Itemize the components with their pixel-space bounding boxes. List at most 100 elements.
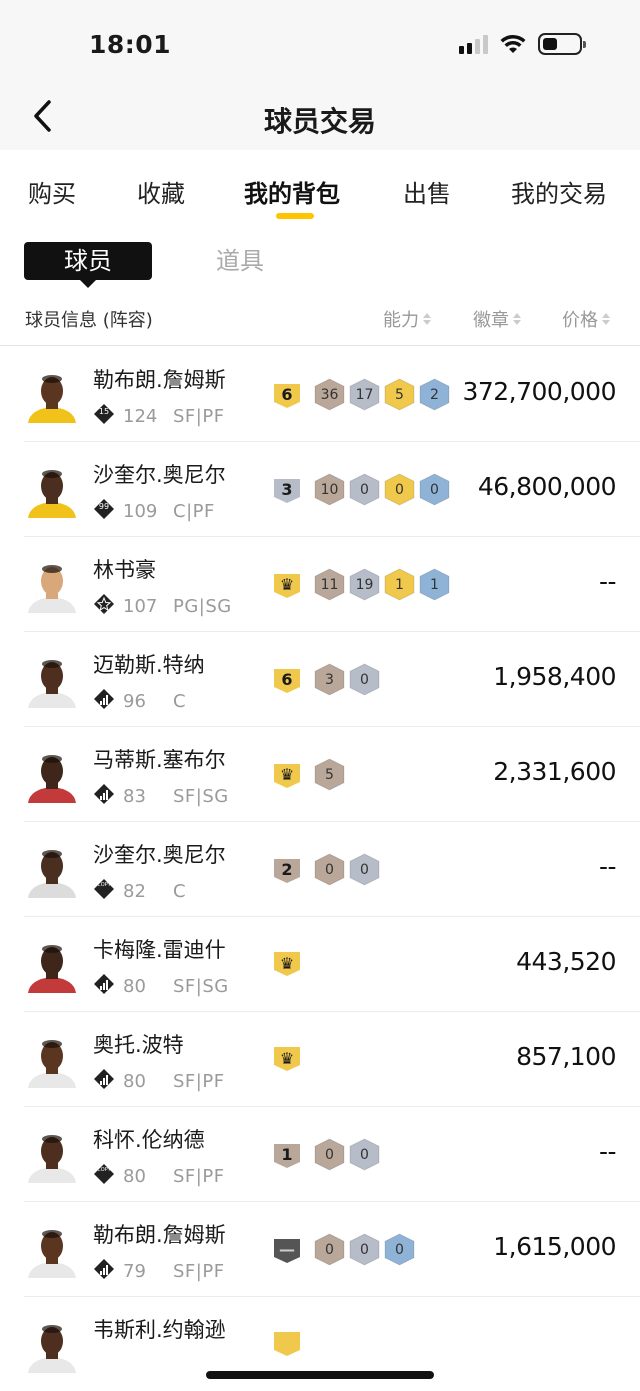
player-price: -- xyxy=(598,567,617,596)
subtab-bar: 球员 道具 xyxy=(0,242,640,290)
player-row[interactable]: 迈勒斯.特纳 96 C 6 3 0 1,958,400 xyxy=(24,632,640,727)
player-row[interactable]: 沙奎尔.奥尼尔 99 109 C|PF 3 10 0 0 0 46,800,000 xyxy=(24,442,640,537)
active-tab-indicator xyxy=(276,213,314,219)
player-name: 林书豪 xyxy=(93,558,156,582)
badge-count-label: 0 xyxy=(360,1146,369,1163)
player-overall: 80 xyxy=(123,1166,146,1187)
player-meta: 79 SF|PF xyxy=(93,1258,225,1285)
bronze-badge-count: 0 xyxy=(314,1138,345,1171)
battery-icon xyxy=(538,33,586,55)
player-price: -- xyxy=(598,1137,617,1166)
player-avatar xyxy=(24,1319,80,1373)
tier-label: ♛ xyxy=(279,765,295,784)
player-row[interactable]: 勒布朗.詹姆斯 79 SF|PF — 0 0 0 1,615,000 xyxy=(24,1202,640,1297)
tab-bar: 购买 收藏 我的背包 出售 我的交易 xyxy=(0,150,640,228)
sort-ability[interactable]: 能力 xyxy=(383,306,431,332)
badge-count-label: 0 xyxy=(360,1241,369,1258)
subtab-items[interactable]: 道具 xyxy=(216,242,264,280)
player-row[interactable]: 科怀.伦纳德 COPY 80 SF|PF 1 0 0 -- xyxy=(24,1107,640,1202)
player-meta: 80 SF|PF xyxy=(93,1068,225,1095)
signal-icon xyxy=(459,34,488,54)
status-icons xyxy=(459,33,586,55)
bronze-badge-count: 36 xyxy=(314,378,345,411)
star-badge-icon xyxy=(93,593,115,620)
tier-badge: ♛ xyxy=(272,948,302,978)
player-row[interactable]: 林书豪 107 PG|SG ♛ 11 19 1 1 -- xyxy=(24,537,640,632)
nav-bar: 球员交易 xyxy=(0,90,640,150)
tab-favorites[interactable]: 收藏 xyxy=(137,174,185,209)
tier-badge: — xyxy=(272,1235,302,1265)
status-bar: 18:01 xyxy=(0,0,640,90)
status-time: 18:01 xyxy=(89,30,172,59)
tab-my-backpack[interactable]: 我的背包 xyxy=(244,174,340,209)
badge-count-label: 0 xyxy=(325,1241,334,1258)
player-row[interactable]: 马蒂斯.塞布尔 83 SF|SG ♛ 5 2,331,600 xyxy=(24,727,640,822)
silver-badge-count: 0 xyxy=(349,473,380,506)
player-overall: 96 xyxy=(123,691,146,712)
tab-buy[interactable]: 购买 xyxy=(28,174,76,209)
player-price: 1,958,400 xyxy=(493,662,616,691)
player-badges: 6 36 17 5 2 xyxy=(272,378,450,411)
player-position: SF|PF xyxy=(173,406,225,427)
badge-count-label: 0 xyxy=(430,481,439,498)
player-type-label: COPY xyxy=(97,1167,111,1173)
page-title: 球员交易 xyxy=(263,105,376,138)
player-badges: 1 0 0 xyxy=(272,1138,380,1171)
tier-label: 1 xyxy=(281,1145,293,1164)
badge-count-label: 0 xyxy=(360,861,369,878)
player-price: 46,800,000 xyxy=(477,472,617,501)
home-indicator xyxy=(206,1371,434,1379)
silver-badge-count: 0 xyxy=(349,1138,380,1171)
tier-badge: ♛ xyxy=(272,570,302,600)
wifi-icon xyxy=(500,34,526,53)
sort-badges[interactable]: 徽章 xyxy=(473,306,521,332)
player-badges: ♛ xyxy=(272,1043,310,1073)
tier-badge: ♛ xyxy=(272,760,302,790)
player-list: 勒布朗.詹姆斯 15 124 SF|PF 6 36 17 5 2 372,700,000 沙奎尔.… xyxy=(0,347,640,1391)
player-row[interactable]: 卡梅隆.雷迪什 80 SF|SG ♛ 443,520 xyxy=(24,917,640,1012)
tab-my-trades[interactable]: 我的交易 xyxy=(511,174,607,209)
player-row[interactable]: 沙奎尔.奥尼尔 COPY 82 C 2 0 0 -- xyxy=(24,822,640,917)
player-position: C|PF xyxy=(173,501,215,522)
player-badges: — 0 0 0 xyxy=(272,1233,415,1266)
player-badges: ♛ 11 19 1 1 xyxy=(272,568,450,601)
chart-badge-icon xyxy=(93,1068,115,1095)
player-overall: 79 xyxy=(123,1261,146,1282)
player-position: C xyxy=(173,881,187,902)
player-overall: 80 xyxy=(123,1071,146,1092)
player-position: C xyxy=(173,691,187,712)
bronze-badge-count: 10 xyxy=(314,473,345,506)
player-price: 2,331,600 xyxy=(493,757,616,786)
chart-badge-icon xyxy=(93,973,115,1000)
gold-badge-count: 1 xyxy=(384,568,415,601)
tier-label: 6 xyxy=(281,385,293,404)
badge-count-label: 0 xyxy=(395,481,404,498)
player-row[interactable]: 奥托.波特 80 SF|PF ♛ 857,100 xyxy=(24,1012,640,1107)
silver-badge-count: 17 xyxy=(349,378,380,411)
player-name: 沙奎尔.奥尼尔 xyxy=(93,843,226,867)
player-row[interactable]: 勒布朗.詹姆斯 15 124 SF|PF 6 36 17 5 2 372,700,000 xyxy=(24,347,640,442)
gold-badge-count: 0 xyxy=(384,473,415,506)
silver-badge-count: 0 xyxy=(349,663,380,696)
player-badges: 2 0 0 xyxy=(272,853,380,886)
player-badges: 6 3 0 xyxy=(272,663,380,696)
player-position: SF|PF xyxy=(173,1071,225,1092)
chart-badge-icon xyxy=(93,688,115,715)
player-name: 沙奎尔.奥尼尔 xyxy=(93,463,226,487)
subtab-players[interactable]: 球员 xyxy=(24,242,152,288)
silver-badge-count: 0 xyxy=(349,1233,380,1266)
player-name: 奥托.波特 xyxy=(93,1033,184,1057)
badge-count-label: 0 xyxy=(395,1241,404,1258)
player-avatar xyxy=(24,559,80,613)
tier-badge: 6 xyxy=(272,380,302,410)
bronze-badge-count: 11 xyxy=(314,568,345,601)
player-avatar xyxy=(24,1129,80,1183)
badge-count-label: 1 xyxy=(430,576,439,593)
sort-ability-label: 能力 xyxy=(383,310,419,331)
bronze-badge-count: 0 xyxy=(314,1233,345,1266)
badge-count-label: 0 xyxy=(325,1146,334,1163)
tab-sell[interactable]: 出售 xyxy=(403,174,451,209)
silver-badge-count: 19 xyxy=(349,568,380,601)
tier-label: ♛ xyxy=(279,1048,295,1068)
sort-price[interactable]: 价格 xyxy=(562,306,610,332)
